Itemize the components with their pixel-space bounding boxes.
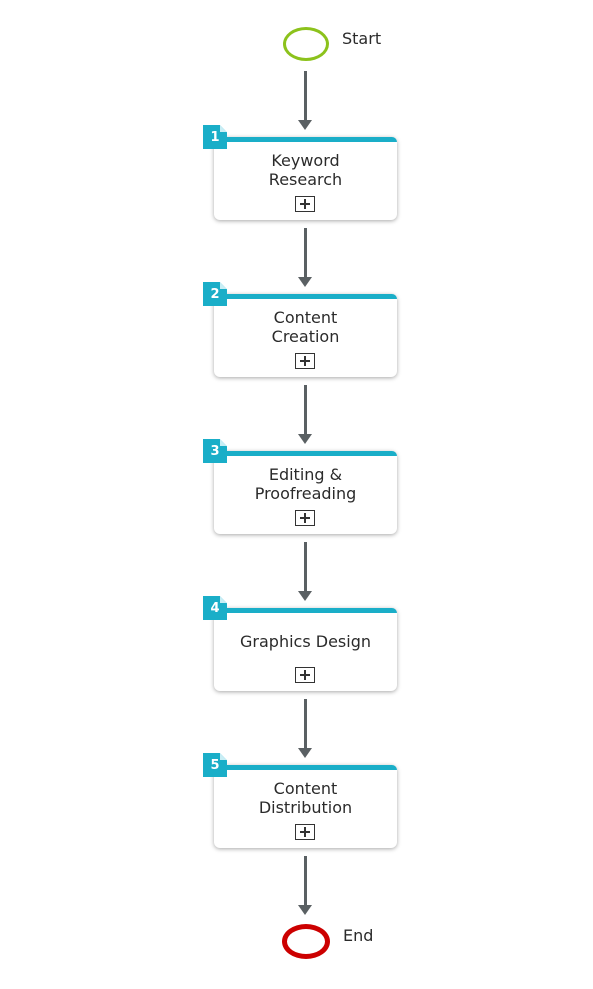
task-keyword-research[interactable]: 1 Keyword Research (203, 125, 397, 220)
task-title: Graphics Design (240, 632, 371, 651)
flow-arrow (304, 542, 307, 592)
task-graphics-design[interactable]: 4 Graphics Design (203, 596, 397, 691)
task-topbar (214, 294, 397, 299)
task-number-badge: 3 (203, 439, 227, 463)
task-topbar (214, 765, 397, 770)
flow-arrow (304, 856, 307, 906)
task-title: Content Creation (271, 308, 340, 346)
expand-plus-icon[interactable] (295, 824, 315, 840)
task-content-creation[interactable]: 2 Content Creation (203, 282, 397, 377)
task-number-badge: 1 (203, 125, 227, 149)
end-event[interactable] (282, 924, 330, 959)
arrowhead-icon (298, 120, 312, 130)
end-label: End (343, 926, 374, 945)
task-title: Editing & Proofreading (254, 465, 357, 503)
expand-plus-icon[interactable] (295, 353, 315, 369)
task-topbar (214, 137, 397, 142)
task-content-distribution[interactable]: 5 Content Distribution (203, 753, 397, 848)
arrowhead-icon (298, 434, 312, 444)
task-title: Content Distribution (258, 779, 353, 817)
flow-arrow (304, 699, 307, 749)
task-number-badge: 4 (203, 596, 227, 620)
arrowhead-icon (298, 905, 312, 915)
flow-arrow (304, 228, 307, 278)
flow-arrow (304, 71, 307, 121)
task-number-badge: 5 (203, 753, 227, 777)
start-label: Start (342, 29, 382, 48)
task-topbar (214, 608, 397, 613)
arrowhead-icon (298, 591, 312, 601)
task-title: Keyword Research (268, 151, 343, 189)
expand-plus-icon[interactable] (295, 667, 315, 683)
expand-plus-icon[interactable] (295, 196, 315, 212)
task-editing-proofreading[interactable]: 3 Editing & Proofreading (203, 439, 397, 534)
arrowhead-icon (298, 748, 312, 758)
task-number-badge: 2 (203, 282, 227, 306)
start-event[interactable] (283, 27, 329, 61)
expand-plus-icon[interactable] (295, 510, 315, 526)
flow-arrow (304, 385, 307, 435)
arrowhead-icon (298, 277, 312, 287)
task-topbar (214, 451, 397, 456)
